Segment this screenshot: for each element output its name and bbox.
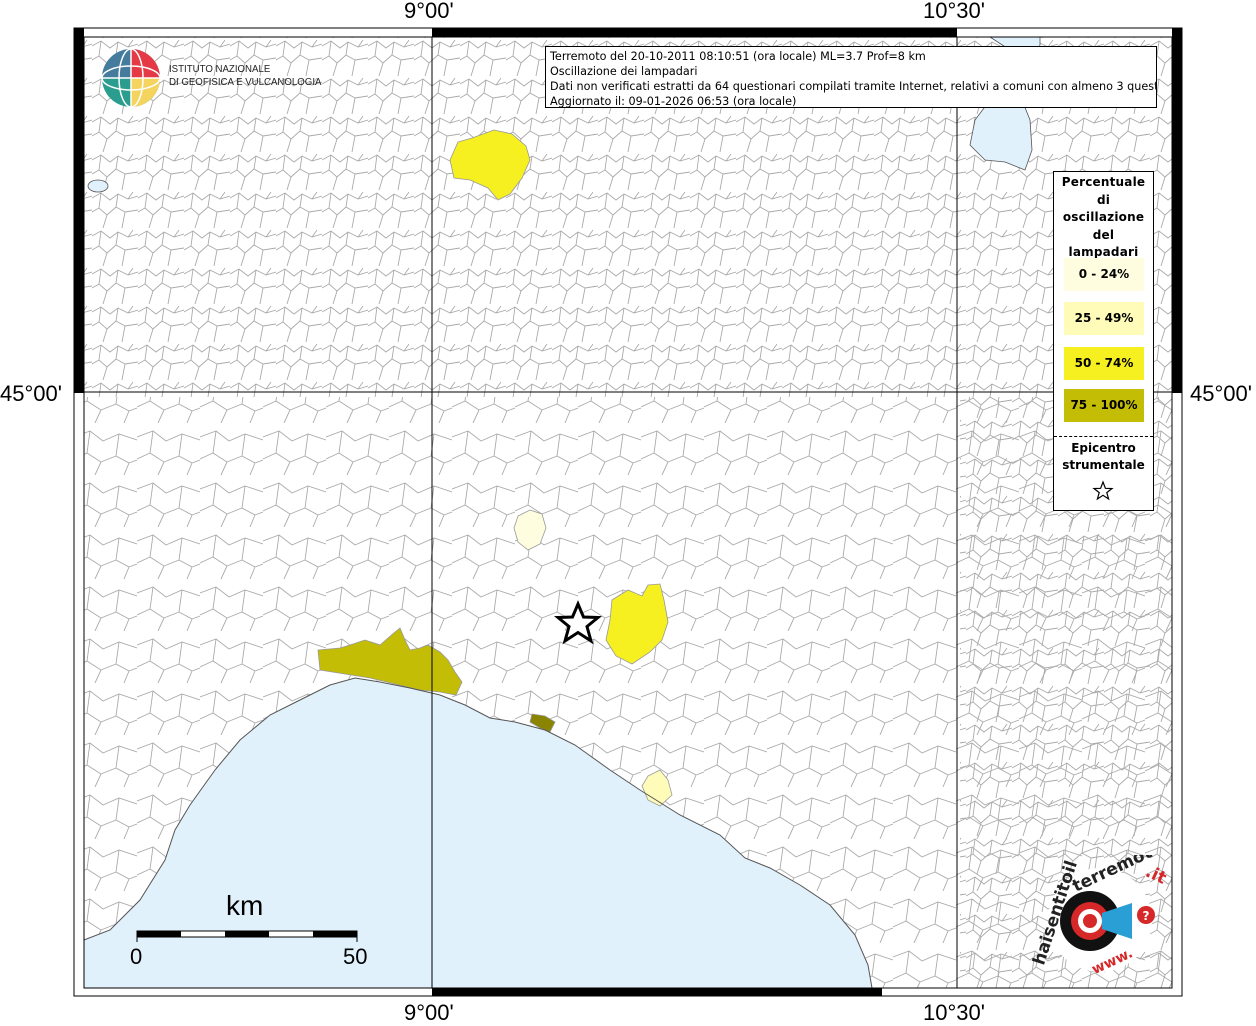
legend-item-50-74: 50 - 74% [1064, 347, 1144, 380]
ingv-logo-line1: ISTITUTO NAZIONALE [169, 63, 271, 75]
scale-ruler [136, 930, 358, 942]
event-title: Terremoto del 20-10-2011 08:10:51 (ora l… [550, 50, 926, 63]
site-tld: .it [1142, 862, 1169, 889]
coord-right-45: 45°00' [1190, 381, 1252, 406]
legend-epicenter-line2: strumentale [1062, 458, 1145, 472]
svg-text:?: ? [1143, 909, 1150, 923]
map-subject: Oscillazione dei lampadari [550, 65, 698, 78]
legend-item-0-24: 0 - 24% [1064, 258, 1144, 291]
event-info-box: Terremoto del 20-10-2011 08:10:51 (ora l… [545, 46, 1157, 108]
small-lake [87, 179, 109, 193]
scale-max: 50 [343, 944, 368, 969]
legend-epicenter-label: Epicentro strumentale [1054, 440, 1153, 474]
data-note: Dati non verificati estratti da 64 quest… [550, 80, 1157, 93]
legend-title-line: oscillazione [1062, 210, 1145, 224]
haisentitoilterremoto-logo: ? haisentitoil terremoto .it www. [1030, 855, 1169, 978]
legend-epicenter-line1: Epicentro [1071, 441, 1136, 455]
frame-bar-left [74, 28, 84, 393]
legend-item-25-49: 25 - 49% [1064, 302, 1144, 335]
coord-bottom-9: 9°00' [404, 1000, 454, 1025]
legend-item-75-100: 75 - 100% [1064, 389, 1144, 422]
frame-bar-bottom [432, 988, 882, 996]
ingv-logo-text: ISTITUTO NAZIONALE DI GEOFISICA E VULCAN… [169, 63, 321, 89]
scale-bar: km 0 50 [130, 890, 370, 970]
frame-bar-right [1172, 28, 1182, 393]
scale-min: 0 [130, 944, 143, 969]
legend-title-line: di [1096, 192, 1111, 207]
coord-bottom-10-30: 10°30' [923, 1000, 985, 1025]
legend-separator [1054, 436, 1153, 437]
frame-bar-top [432, 28, 957, 37]
coord-top-10-30: 10°30' [923, 0, 985, 23]
coord-left-45: 45°00' [0, 381, 62, 406]
update-timestamp: Aggiornato il: 09-01-2026 06:53 (ora loc… [550, 95, 797, 108]
legend: Percentuale di oscillazione del lampadar… [1053, 171, 1154, 511]
ingv-logo-line2: DI GEOFISICA E VULCANOLOGIA [169, 76, 322, 88]
legend-title-line: del [1092, 227, 1115, 242]
ingv-globe-icon [101, 48, 161, 108]
legend-title-line: Percentuale [1061, 175, 1146, 189]
legend-star-icon [1092, 480, 1114, 501]
legend-title: Percentuale di oscillazione del lampadar… [1054, 174, 1153, 262]
coord-top-9: 9°00' [404, 0, 454, 23]
scale-unit: km [226, 890, 264, 921]
